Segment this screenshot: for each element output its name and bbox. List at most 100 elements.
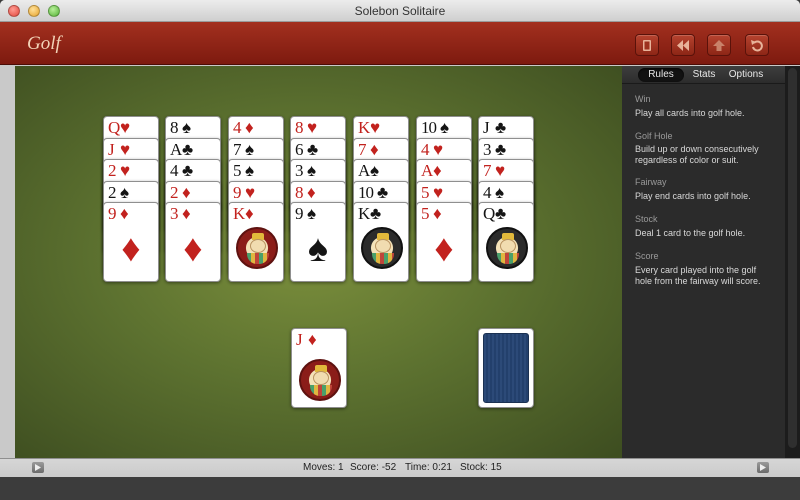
card-index: 5 — [233, 161, 241, 180]
card-index: 4 — [170, 161, 178, 180]
status-bar: Moves: 1 Score: -52 Time: 0:21 Stock: 15 — [0, 458, 800, 500]
court-figure — [299, 359, 341, 401]
card-index: K — [358, 118, 370, 137]
stock-value: 15 — [490, 462, 502, 473]
play-icon — [35, 464, 41, 471]
card-pip: ♦ — [183, 228, 203, 270]
scrollbar-thumb[interactable] — [788, 68, 797, 448]
card-suit: ♠ — [440, 118, 449, 137]
court-figure-robe — [310, 385, 332, 396]
right-panel-toggle[interactable] — [757, 462, 769, 473]
undo-icon — [751, 40, 763, 52]
card-index: 10 — [421, 118, 437, 137]
card-suit: ♠ — [495, 182, 504, 202]
card-suit: ♦ — [245, 118, 254, 137]
tableau-card[interactable]: 5 ♦ ♦ — [416, 202, 472, 282]
card-index: 3 — [483, 139, 491, 159]
tableau-card[interactable]: 3 ♦ ♦ — [165, 202, 221, 282]
card-index: 4 — [483, 182, 491, 202]
card-index: 7 — [358, 139, 366, 159]
rule-heading-fairway: Fairway — [635, 177, 667, 187]
card-index: 2 — [108, 182, 116, 202]
card-suit: ♥ — [120, 118, 130, 137]
card-index: 7 — [483, 161, 491, 180]
card-index: 3 — [295, 161, 303, 180]
score-stat: Score: -52 — [350, 462, 396, 473]
time-value: 0:21 — [432, 462, 452, 473]
score-label: Score: — [350, 462, 379, 473]
card-index: K — [358, 204, 370, 223]
card-index: K — [233, 204, 245, 223]
undo-button[interactable] — [745, 34, 769, 56]
rule-text-golf-hole: Build up or down consecutively regardles… — [635, 144, 759, 165]
time-label: Time: — [405, 462, 430, 473]
rule-heading-stock: Stock — [635, 214, 658, 224]
court-figure — [486, 227, 528, 269]
deck-icon — [643, 40, 651, 51]
card-index: 5 — [421, 204, 429, 223]
moves-stat: Moves: 1 — [303, 462, 344, 473]
card-suit: ♣ — [495, 139, 506, 159]
tab-stats[interactable]: Stats — [686, 68, 722, 82]
card-index: J — [296, 330, 303, 349]
app-window: Solebon Solitaire Golf J ♦ Q ♥ J ♥ 2 ♥ 2 ♠ 9 ♦ ♦ 8 ♠ A… — [0, 0, 800, 500]
court-figure-head — [250, 239, 266, 253]
upload-button[interactable] — [707, 34, 731, 56]
rewind-button[interactable] — [671, 34, 695, 56]
card-suit: ♥ — [495, 161, 505, 180]
card-index: J — [108, 139, 115, 159]
court-figure — [361, 227, 403, 269]
card-index: Q — [483, 204, 495, 223]
card-suit: ♦ — [245, 204, 254, 223]
time-stat: Time: 0:21 — [405, 462, 452, 473]
left-panel-toggle[interactable] — [32, 462, 44, 473]
card-index: J — [483, 118, 490, 137]
tableau-card[interactable]: K ♣ — [353, 202, 409, 282]
card-index: A — [358, 161, 370, 180]
card-suit: ♥ — [120, 161, 130, 180]
score-value: -52 — [381, 462, 397, 473]
card-suit: ♦ — [307, 182, 316, 202]
dock-strip — [0, 477, 800, 500]
info-sidebar: Rules Stats Options Win Play all cards i… — [622, 66, 785, 458]
tab-rules[interactable]: Rules — [638, 68, 684, 82]
card-suit: ♣ — [370, 204, 381, 223]
card-suit: ♦ — [370, 139, 379, 159]
tableau-card[interactable]: K ♦ — [228, 202, 284, 282]
stock-pile[interactable] — [478, 328, 534, 408]
moves-label: Moves: — [303, 462, 336, 473]
stock-label: Stock: — [460, 462, 488, 473]
window-title: Solebon Solitaire — [354, 4, 446, 18]
court-figure-head — [375, 239, 391, 253]
tab-options[interactable]: Options — [726, 68, 766, 82]
card-suit: ♥ — [307, 118, 317, 137]
card-suit: ♦ — [308, 330, 317, 349]
card-index: 9 — [295, 204, 303, 223]
deck-button[interactable] — [635, 34, 659, 56]
golf-hole-card[interactable]: J ♦ — [291, 328, 347, 408]
card-suit: ♣ — [495, 204, 506, 223]
tableau-card[interactable]: 9 ♦ ♦ — [103, 202, 159, 282]
rule-heading-golf-hole: Golf Hole — [635, 131, 673, 141]
card-index: A — [170, 139, 182, 159]
card-suit: ♥ — [433, 139, 443, 159]
card-index: 6 — [295, 139, 303, 159]
card-suit: ♣ — [182, 139, 193, 159]
sidebar-scrollbar[interactable] — [785, 66, 800, 458]
play-icon — [760, 464, 766, 471]
tableau-card[interactable]: Q ♣ — [478, 202, 534, 282]
card-pip: ♦ — [434, 228, 454, 270]
tableau-card[interactable]: 9 ♠ ♠ — [290, 202, 346, 282]
card-index: 8 — [295, 182, 303, 202]
card-suit: ♥ — [245, 182, 255, 202]
card-suit: ♠ — [307, 161, 316, 180]
card-index: 9 — [108, 204, 116, 223]
title-bar: Solebon Solitaire — [0, 0, 800, 22]
game-name: Golf — [27, 33, 61, 54]
card-suit: ♠ — [307, 204, 316, 223]
card-suit: ♣ — [307, 139, 318, 159]
rule-heading-score: Score — [635, 251, 659, 261]
moves-value: 1 — [338, 462, 344, 473]
card-suit: ♣ — [182, 161, 193, 180]
card-back — [483, 333, 529, 403]
